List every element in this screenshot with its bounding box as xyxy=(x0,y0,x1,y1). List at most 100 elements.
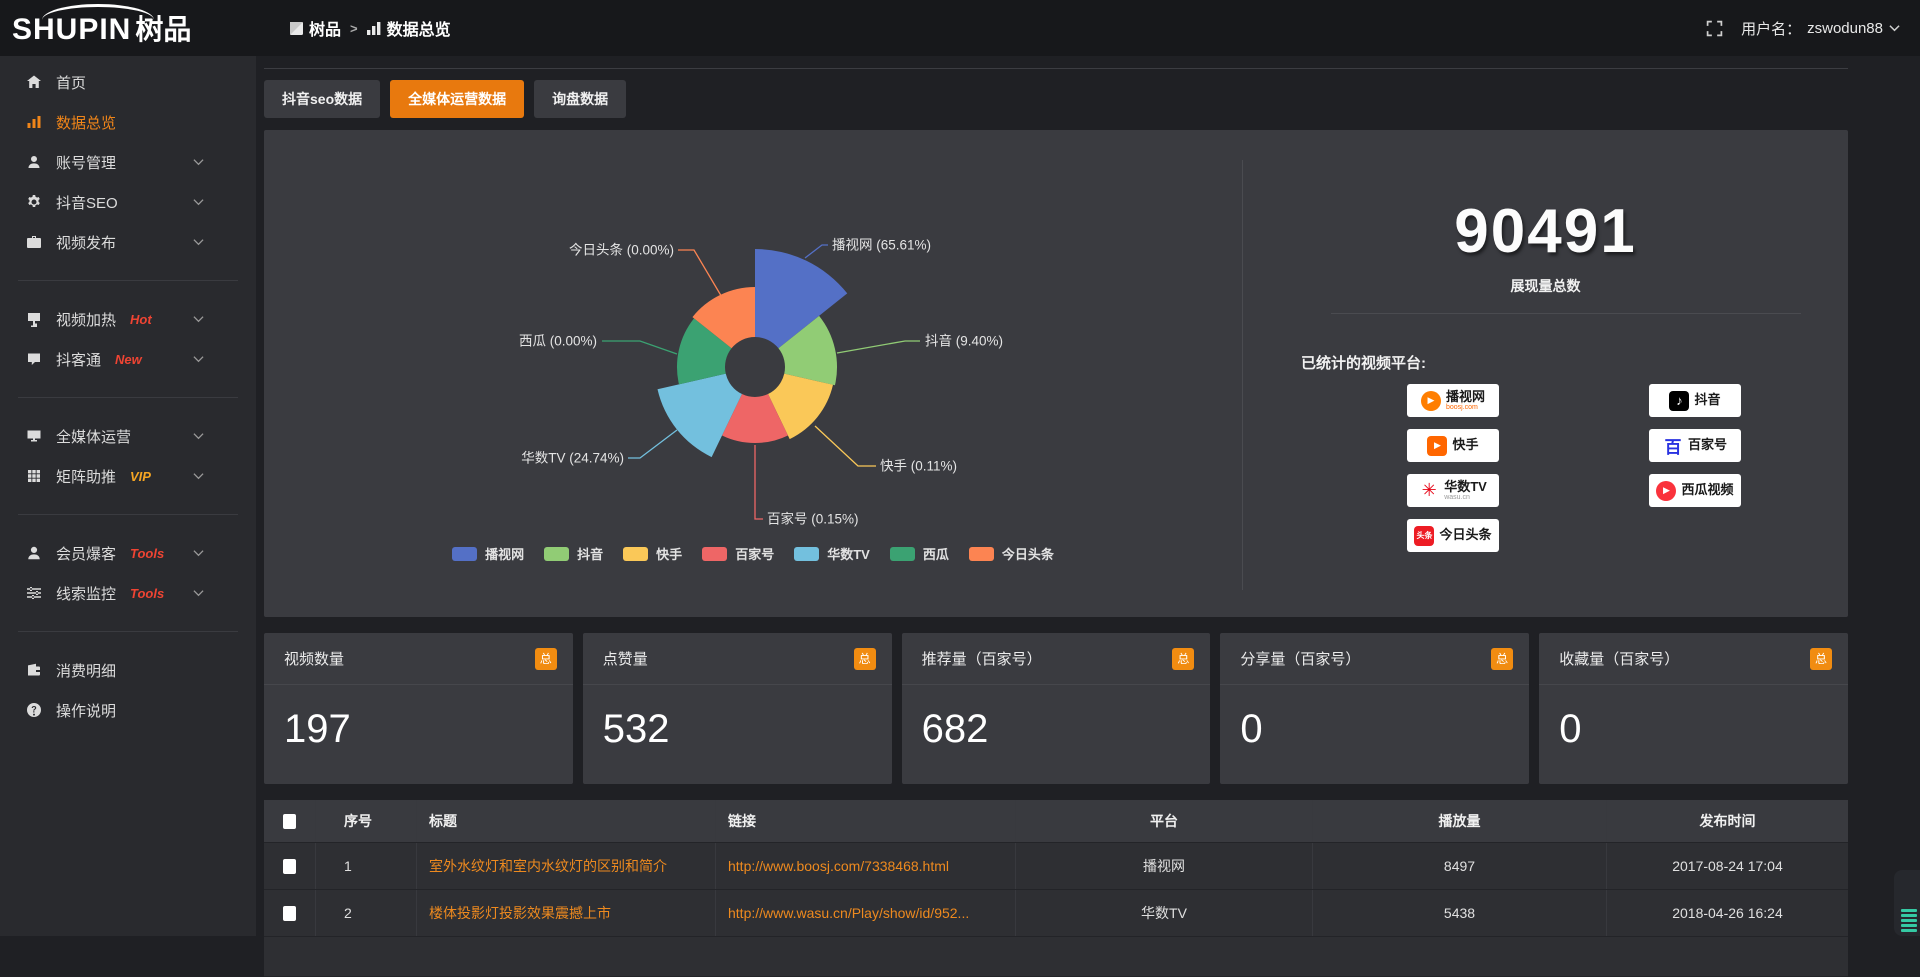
pie-label-抖音: 抖音 (9.40%) xyxy=(925,333,1003,349)
cell-title[interactable]: 室外水纹灯和室内水纹灯的区别和简介 xyxy=(429,856,667,876)
summary-region: 90491 展现量总数 已统计的视频平台: ▶播视网boosj.com♪抖音▶快… xyxy=(1243,130,1848,617)
sidebar-divider xyxy=(18,280,238,281)
sidebar-item-monitor[interactable]: 全媒体运营 xyxy=(0,416,256,456)
platform-badge-boosj[interactable]: ▶播视网boosj.com xyxy=(1407,384,1499,417)
kuaishou-logo-icon: ▶ xyxy=(1427,436,1447,456)
support-widget[interactable] xyxy=(1894,870,1920,936)
legend-swatch xyxy=(623,547,648,561)
legend-item-华数TV[interactable]: 华数TV xyxy=(794,544,870,563)
sidebar-item-wallet[interactable]: 消费明细 xyxy=(0,650,256,690)
breadcrumb-item-home[interactable]: 树品 xyxy=(290,16,341,40)
legend-item-抖音[interactable]: 抖音 xyxy=(544,544,603,563)
platform-badge-wasu[interactable]: ✳华数TVwasu.cn xyxy=(1407,474,1499,507)
total-badge[interactable]: 总 xyxy=(1810,648,1832,670)
cell-link[interactable]: http://www.boosj.com/7338468.html xyxy=(728,858,949,874)
tab-2[interactable]: 询盘数据 xyxy=(534,80,626,118)
stat-card-3: 分享量（百家号）总0 xyxy=(1220,633,1529,784)
pie-leader-line xyxy=(628,430,677,458)
user-icon xyxy=(26,154,42,170)
chevron-down-icon xyxy=(193,158,204,166)
total-badge[interactable]: 总 xyxy=(1172,648,1194,670)
cell-platform: 播视网 xyxy=(1143,856,1185,876)
chevron-down-icon xyxy=(193,549,204,557)
pie-leader-line xyxy=(805,245,828,258)
sidebar-item-gear[interactable]: 抖音SEO xyxy=(0,182,256,222)
stat-card-0: 视频数量总197 xyxy=(264,633,573,784)
stat-card-1: 点赞量总532 xyxy=(583,633,892,784)
legend-swatch xyxy=(890,547,915,561)
legend-label: 西瓜 xyxy=(923,544,949,563)
breadcrumb-separator: > xyxy=(350,21,358,36)
sidebar-item-help[interactable]: ?操作说明 xyxy=(0,690,256,730)
breadcrumb-item-current[interactable]: 数据总览 xyxy=(367,16,451,40)
platform-badge-douyin[interactable]: ♪ 抖音 xyxy=(1649,384,1741,417)
platform-badge-toutiao[interactable]: 头条今日头条 xyxy=(1407,519,1499,552)
cell-time: 2017-08-24 17:04 xyxy=(1672,858,1783,874)
legend-label: 抖音 xyxy=(577,544,603,563)
total-badge[interactable]: 总 xyxy=(535,648,557,670)
platform-name: 抖音 xyxy=(1694,393,1720,407)
stat-card-label: 收藏量（百家号） xyxy=(1559,648,1679,669)
sidebar-item-publish[interactable]: 视频发布 xyxy=(0,222,256,262)
legend-item-百家号[interactable]: 百家号 xyxy=(702,544,774,563)
select-all-checkbox[interactable] xyxy=(283,814,296,829)
platform-badge-baijiahao[interactable]: 百百家号 xyxy=(1649,429,1741,462)
legend-item-西瓜[interactable]: 西瓜 xyxy=(890,544,949,563)
cell-link[interactable]: http://www.wasu.cn/Play/show/id/952... xyxy=(728,905,969,921)
sidebar-item-screen[interactable]: 视频加热Hot xyxy=(0,299,256,339)
chart-legend: 播视网 抖音 快手 百家号 华数TV 西瓜 今日头条 xyxy=(264,544,1242,563)
stat-card-label: 点赞量 xyxy=(603,648,648,669)
tab-1[interactable]: 全媒体运营数据 xyxy=(390,80,524,118)
row-checkbox[interactable] xyxy=(283,906,296,921)
total-badge[interactable]: 总 xyxy=(854,648,876,670)
chevron-down-icon xyxy=(193,198,204,206)
platform-name: 今日头条 xyxy=(1439,528,1491,542)
chat-icon xyxy=(26,351,42,367)
sidebar-item-grid[interactable]: 矩阵助推VIP xyxy=(0,456,256,496)
pie-leader-line xyxy=(815,426,876,466)
total-impressions-value: 90491 xyxy=(1243,196,1848,267)
platform-subtext: wasu.cn xyxy=(1444,494,1487,502)
platform-badge-xigua[interactable]: ▶西瓜视频 xyxy=(1649,474,1741,507)
platform-subtext: boosj.com xyxy=(1446,404,1485,412)
chevron-down-icon xyxy=(1889,24,1900,32)
sidebar-item-user[interactable]: 账号管理 xyxy=(0,142,256,182)
sidebar-item-home[interactable]: 首页 xyxy=(0,62,256,102)
pie-label-播视网: 播视网 (65.61%) xyxy=(832,238,931,253)
douyin-logo-icon: ♪ xyxy=(1669,391,1689,411)
screen-icon xyxy=(26,311,42,327)
row-checkbox[interactable] xyxy=(283,859,296,874)
legend-item-快手[interactable]: 快手 xyxy=(623,544,682,563)
sidebar-item-sliders[interactable]: 线索监控Tools xyxy=(0,573,256,613)
table-header-row: 序号标题链接平台播放量发布时间 xyxy=(264,800,1848,843)
legend-label: 华数TV xyxy=(827,544,870,563)
legend-item-播视网[interactable]: 播视网 xyxy=(452,544,524,563)
platform-badge-kuaishou[interactable]: ▶快手 xyxy=(1407,429,1499,462)
cell-title[interactable]: 楼体投影灯投影效果震撼上市 xyxy=(429,903,611,923)
member-icon xyxy=(26,545,42,561)
sidebar-item-label: 视频加热 xyxy=(56,309,116,330)
sidebar-item-member[interactable]: 会员爆客Tools xyxy=(0,533,256,573)
wasu-logo-icon: ✳ xyxy=(1419,481,1439,501)
sidebar-nav: 首页数据总览账号管理抖音SEO视频发布视频加热Hot抖客通New 全媒体运营矩阵助… xyxy=(0,56,256,936)
overview-panel: 播视网 (65.61%)抖音 (9.40%)快手 (0.11%)百家号 (0.1… xyxy=(264,130,1848,617)
user-menu[interactable]: 用户名：zswodun88 xyxy=(1741,18,1900,39)
sidebar-item-label: 数据总览 xyxy=(56,112,116,133)
stat-card-label: 推荐量（百家号） xyxy=(922,648,1042,669)
total-badge[interactable]: 总 xyxy=(1491,648,1513,670)
legend-label: 播视网 xyxy=(485,544,524,563)
table-row-partial xyxy=(264,937,1848,977)
breadcrumb-label: 数据总览 xyxy=(387,16,451,40)
stat-card-4: 收藏量（百家号）总0 xyxy=(1539,633,1848,784)
stat-card-label: 分享量（百家号） xyxy=(1240,648,1360,669)
sidebar-item-chart[interactable]: 数据总览 xyxy=(0,102,256,142)
pie-slice-华数TV[interactable] xyxy=(658,374,742,457)
fullscreen-icon[interactable] xyxy=(1706,20,1723,37)
tab-0[interactable]: 抖音seo数据 xyxy=(264,80,380,118)
platforms-title: 已统计的视频平台: xyxy=(1301,352,1426,373)
legend-item-今日头条[interactable]: 今日头条 xyxy=(969,544,1054,563)
breadcrumb: 树品 > 数据总览 xyxy=(290,16,451,40)
sidebar-item-chat[interactable]: 抖客通New xyxy=(0,339,256,379)
chevron-down-icon xyxy=(193,238,204,246)
sidebar-item-label: 首页 xyxy=(56,72,86,93)
